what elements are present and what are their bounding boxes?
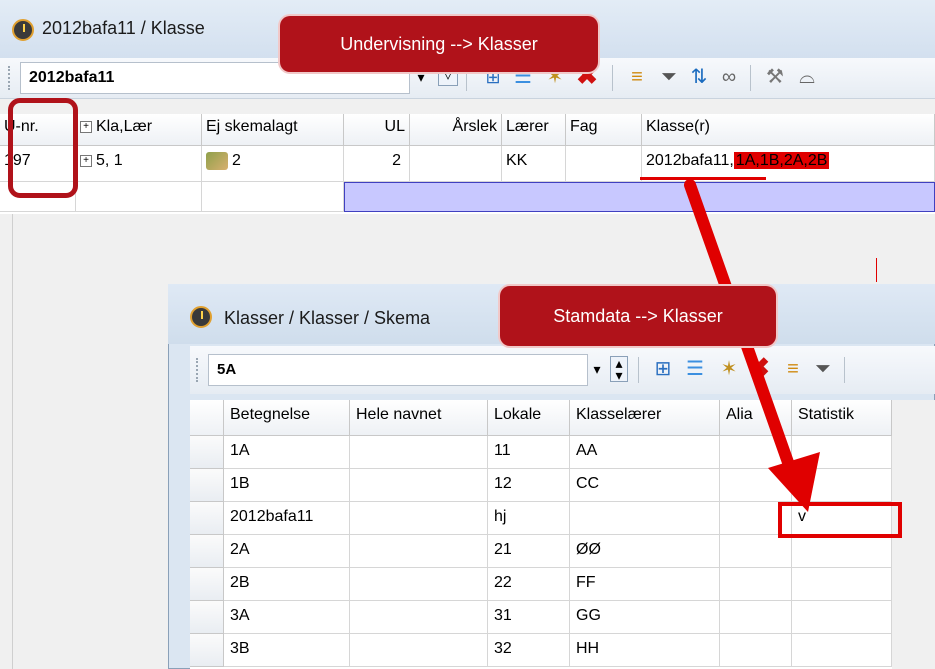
red-arrow-icon (684, 179, 820, 512)
callout-stamdata: Stamdata --> Klasser (500, 286, 776, 346)
